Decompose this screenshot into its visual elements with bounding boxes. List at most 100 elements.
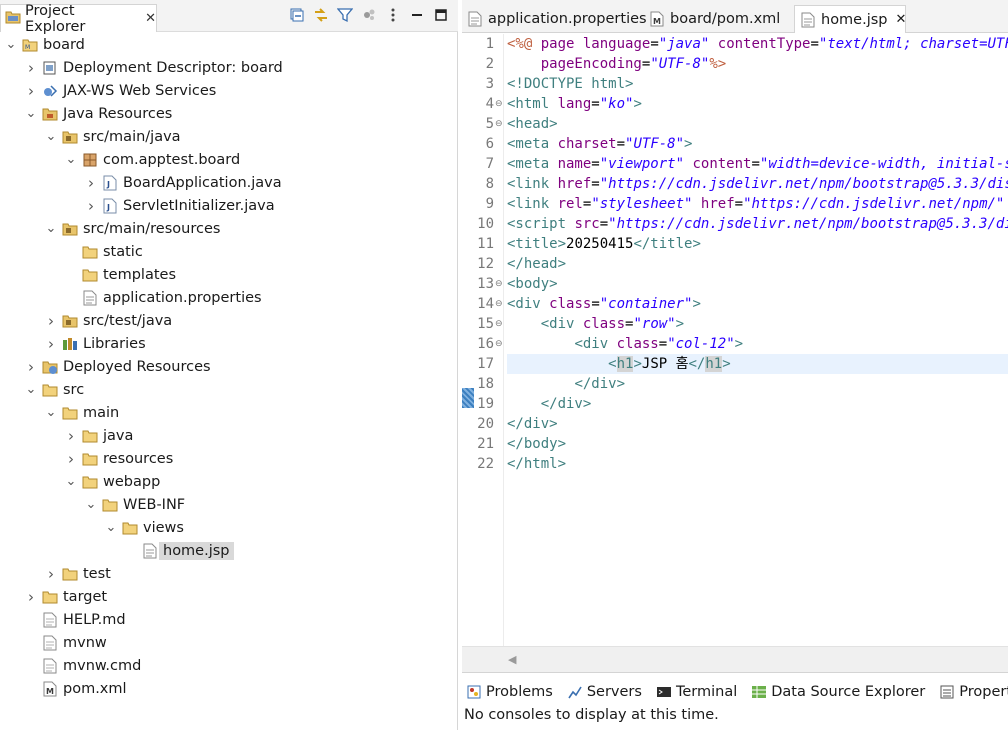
- code-line[interactable]: </div>: [507, 374, 625, 394]
- tree-item[interactable]: ⌄ views: [104, 516, 184, 539]
- tree-item[interactable]: ⌄ com.apptest.board: [64, 148, 241, 171]
- chevron-right-icon[interactable]: ›: [44, 335, 58, 353]
- tree-item[interactable]: HELP.md: [24, 608, 126, 631]
- tree-item[interactable]: ⌄ src/main/resources: [44, 217, 221, 240]
- code-line[interactable]: <body>: [507, 274, 558, 294]
- tree-item[interactable]: › JAX-WS Web Services: [24, 79, 216, 102]
- code-editor[interactable]: 1 2 3 4 ⊖ 5 ⊖ 6 7 8 9 10 11 12 13 ⊖ 14 ⊖ 15 ⊖ 16 ⊖ 17 18 19 20 21 2…: [462, 34, 1008, 646]
- code-line[interactable]: </div>: [507, 394, 592, 414]
- code-line[interactable]: <div class="row">: [507, 314, 684, 334]
- close-icon[interactable]: ✕: [896, 12, 907, 27]
- close-icon[interactable]: ✕: [145, 11, 156, 26]
- fold-toggle-icon[interactable]: ⊖: [495, 114, 505, 134]
- fold-toggle-icon[interactable]: ⊖: [495, 94, 505, 114]
- chevron-down-icon[interactable]: ⌄: [44, 222, 58, 236]
- chevron-down-icon[interactable]: ⌄: [24, 107, 38, 121]
- link-with-editor-icon[interactable]: [312, 6, 330, 24]
- tree-item[interactable]: › Deployment Descriptor: board: [24, 56, 283, 79]
- code-line[interactable]: pageEncoding="UTF-8"%>: [507, 54, 726, 74]
- editor-tab[interactable]: home.jsp ✕: [794, 5, 906, 33]
- tree-item[interactable]: mvnw: [24, 631, 107, 654]
- code-line[interactable]: <div class="container">: [507, 294, 701, 314]
- maximize-icon[interactable]: [432, 6, 450, 24]
- tree-item[interactable]: ⌄ src: [24, 378, 85, 401]
- editor-tab[interactable]: Mboard/pom.xml: [644, 5, 780, 33]
- code-line[interactable]: <html lang="ko">: [507, 94, 642, 114]
- code-line[interactable]: <div class="col-12">: [507, 334, 743, 354]
- tree-item[interactable]: › J ServletInitializer.java: [84, 194, 275, 217]
- view-menu-icon[interactable]: [384, 6, 402, 24]
- code-line[interactable]: </div>: [507, 414, 558, 434]
- minimize-icon[interactable]: [408, 6, 426, 24]
- tree-item[interactable]: › src/test/java: [44, 309, 172, 332]
- chevron-right-icon[interactable]: ›: [24, 588, 38, 606]
- chevron-down-icon[interactable]: ⌄: [84, 498, 98, 512]
- tree-item[interactable]: › java: [64, 424, 133, 447]
- tree-item[interactable]: › resources: [64, 447, 173, 470]
- chevron-right-icon[interactable]: ›: [84, 197, 98, 215]
- code-line[interactable]: <script src="https://cdn.jsdelivr.net/np…: [507, 214, 1008, 234]
- focus-icon[interactable]: [360, 6, 378, 24]
- chevron-down-icon[interactable]: ⌄: [64, 475, 78, 489]
- tree-item[interactable]: home.jsp: [124, 539, 234, 562]
- fold-toggle-icon[interactable]: ⊖: [495, 274, 505, 294]
- bottom-tab[interactable]: Data Source Explorer: [747, 684, 925, 700]
- tree-item[interactable]: ⌄ WEB-INF: [84, 493, 186, 516]
- filter-icon[interactable]: [336, 6, 354, 24]
- tree-item[interactable]: › target: [24, 585, 107, 608]
- chevron-right-icon[interactable]: ›: [64, 450, 78, 468]
- chevron-down-icon[interactable]: ⌄: [44, 130, 58, 144]
- chevron-down-icon[interactable]: ⌄: [64, 153, 78, 167]
- tree-item[interactable]: ⌄ src/main/java: [44, 125, 181, 148]
- bottom-tab[interactable]: Servers: [563, 684, 642, 700]
- fold-toggle-icon[interactable]: ⊖: [495, 334, 505, 354]
- code-line[interactable]: <meta charset="UTF-8">: [507, 134, 692, 154]
- chevron-right-icon[interactable]: ›: [64, 427, 78, 445]
- code-line[interactable]: </html>: [507, 454, 566, 474]
- chevron-right-icon[interactable]: ›: [44, 565, 58, 583]
- code-line[interactable]: <meta name="viewport" content="width=dev…: [507, 154, 1008, 174]
- tree-item[interactable]: ⌄ Mboard: [4, 33, 85, 56]
- code-line[interactable]: <%@ page language="java" contentType="te…: [507, 34, 1008, 54]
- chevron-right-icon[interactable]: ›: [24, 59, 38, 77]
- code-line[interactable]: <h1>JSP 홈</h1>: [507, 354, 1008, 374]
- tree-item[interactable]: › test: [44, 562, 111, 585]
- editor-tab[interactable]: application.properties: [462, 5, 647, 33]
- chevron-right-icon[interactable]: ›: [24, 82, 38, 100]
- fold-toggle-icon[interactable]: ⊖: [495, 294, 505, 314]
- tree-item[interactable]: › Libraries: [44, 332, 146, 355]
- tab-project-explorer[interactable]: Project Explorer ✕: [0, 3, 157, 35]
- code-line[interactable]: <link href="https://cdn.jsdelivr.net/npm…: [507, 174, 1008, 194]
- tree-item[interactable]: ⌄ main: [44, 401, 120, 424]
- chevron-down-icon[interactable]: ⌄: [44, 406, 58, 420]
- tree-item[interactable]: application.properties: [64, 286, 262, 309]
- tree-item[interactable]: ⌄ webapp: [64, 470, 161, 493]
- bottom-tab[interactable]: Terminal: [652, 684, 737, 700]
- chevron-down-icon[interactable]: ⌄: [104, 521, 118, 535]
- code-line[interactable]: <link rel="stylesheet" href="https://cdn…: [507, 194, 1004, 214]
- collapse-all-icon[interactable]: [288, 6, 306, 24]
- tree-item[interactable]: › J BoardApplication.java: [84, 171, 282, 194]
- code-line[interactable]: </head>: [507, 254, 566, 274]
- tree-item[interactable]: ⌄ Java Resources: [24, 102, 173, 125]
- tree-item[interactable]: › Deployed Resources: [24, 355, 211, 378]
- code-line[interactable]: <!DOCTYPE html>: [507, 74, 633, 94]
- tree-item[interactable]: templates: [64, 263, 176, 286]
- code-line[interactable]: </body>: [507, 434, 566, 454]
- chevron-down-icon[interactable]: ⌄: [4, 38, 18, 52]
- tree-item[interactable]: mvnw.cmd: [24, 654, 141, 677]
- fold-toggle-icon[interactable]: ⊖: [495, 314, 505, 334]
- tree-item[interactable]: Mpom.xml: [24, 677, 127, 700]
- code-line[interactable]: <head>: [507, 114, 558, 134]
- bottom-tab[interactable]: Properties: [935, 684, 1008, 700]
- chevron-right-icon[interactable]: ›: [44, 312, 58, 330]
- tree-item[interactable]: static: [64, 240, 143, 263]
- code-line[interactable]: <title>20250415</title>: [507, 234, 701, 254]
- bottom-tab[interactable]: Problems: [462, 684, 553, 700]
- chevron-down-icon[interactable]: ⌄: [24, 383, 38, 397]
- code-lines[interactable]: <%@ page language="java" contentType="te…: [507, 34, 1008, 646]
- chevron-right-icon[interactable]: ›: [24, 358, 38, 376]
- chevron-right-icon[interactable]: ›: [84, 174, 98, 192]
- scroll-left-icon[interactable]: ◀: [508, 653, 516, 666]
- horizontal-scrollbar[interactable]: ◀: [462, 646, 1008, 672]
